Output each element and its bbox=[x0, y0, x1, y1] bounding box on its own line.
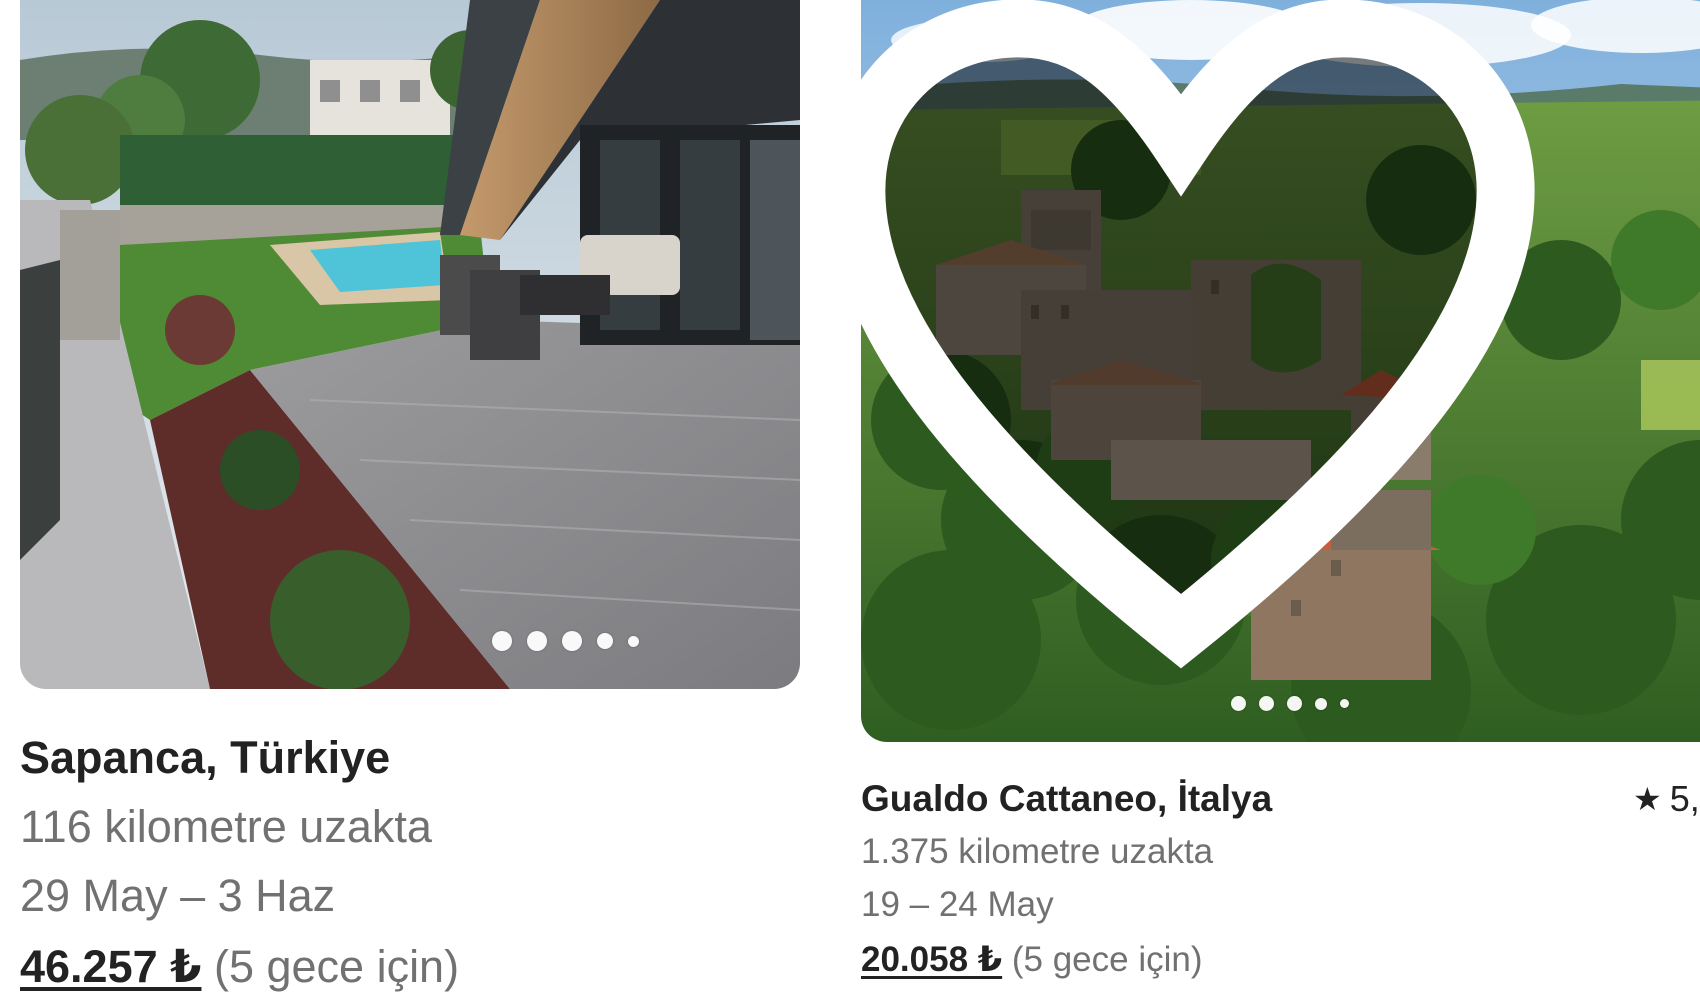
carousel-pagination bbox=[492, 631, 639, 651]
listing-card-gualdo-cattaneo[interactable]: Gualdo Cattaneo, İtalya 1.375 kilometre … bbox=[861, 0, 1700, 979]
heart-icon[interactable] bbox=[861, 0, 1631, 724]
listing-price[interactable]: 46.257 ₺ bbox=[20, 941, 201, 992]
listing-photo[interactable] bbox=[861, 0, 1700, 742]
listing-photo[interactable] bbox=[20, 0, 800, 689]
listing-price[interactable]: 20.058 ₺ bbox=[861, 940, 1002, 979]
listing-price-row: 20.058 ₺ (5 gece için) bbox=[861, 940, 1203, 980]
listing-rating: ★ 5, bbox=[1633, 778, 1700, 820]
pagination-dot bbox=[492, 631, 512, 651]
listing-distance: 116 kilometre uzakta bbox=[20, 801, 432, 852]
listing-card-sapanca[interactable]: Sapanca, Türkiye 116 kilometre uzakta 29… bbox=[20, 0, 800, 992]
pagination-dot bbox=[597, 633, 613, 649]
listing-price-note: (5 gece için) bbox=[213, 941, 460, 992]
listing-price-row: 46.257 ₺ (5 gece için) bbox=[20, 940, 459, 993]
star-icon: ★ bbox=[1633, 781, 1662, 817]
listing-price-note: (5 gece için) bbox=[1011, 940, 1203, 979]
pagination-dot bbox=[562, 631, 582, 651]
pagination-dot bbox=[628, 635, 639, 647]
rating-value: 5, bbox=[1669, 778, 1700, 819]
listing-distance: 1.375 kilometre uzakta bbox=[861, 832, 1214, 871]
listing-location: Sapanca, Türkiye bbox=[20, 732, 391, 783]
listing-dates: 29 May – 3 Haz bbox=[20, 870, 336, 921]
listing-dates: 19 – 24 May bbox=[861, 885, 1054, 924]
listing-photo-image bbox=[20, 0, 800, 689]
listing-location: Gualdo Cattaneo, İtalya bbox=[861, 778, 1273, 819]
listings-grid: Sapanca, Türkiye 116 kilometre uzakta 29… bbox=[0, 0, 1700, 1000]
pagination-dot bbox=[527, 631, 547, 651]
